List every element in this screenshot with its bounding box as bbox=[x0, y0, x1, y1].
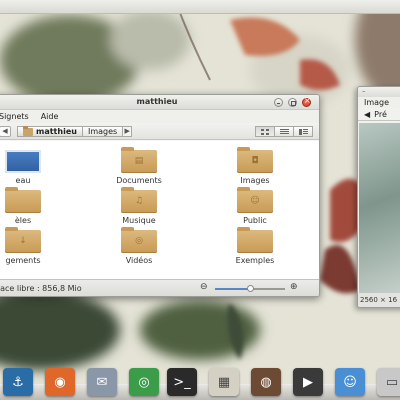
file-item-templates[interactable]: èles bbox=[0, 187, 81, 227]
image-preview bbox=[359, 123, 400, 293]
previous-button-label[interactable]: Pré bbox=[374, 108, 387, 120]
breadcrumb-home-label: matthieu bbox=[36, 127, 77, 136]
menu-signets[interactable]: Signets bbox=[0, 112, 29, 121]
top-panel bbox=[0, 0, 400, 14]
speaker-icon[interactable]: ◍ bbox=[251, 368, 281, 396]
public-folder-icon: ☺ bbox=[237, 187, 273, 213]
videos-folder-icon: ◎ bbox=[121, 227, 157, 253]
file-label: Exemples bbox=[235, 256, 275, 265]
file-label: Documents bbox=[116, 176, 162, 185]
menu-bar: Signets Aide bbox=[0, 110, 319, 123]
video-player-icon[interactable]: ▶ bbox=[293, 368, 323, 396]
zoom-in-icon[interactable]: ⊕ bbox=[290, 282, 298, 292]
dock: ⚓ ◉ ✉ ◎ >_ ▦ ◍ ▶ ☺ ▭ bbox=[0, 362, 400, 400]
zoom-slider-fill bbox=[215, 288, 250, 290]
breadcrumb-images[interactable]: Images bbox=[81, 126, 124, 137]
grid-icon bbox=[261, 128, 269, 135]
file-item-documents[interactable]: ▤ Documents bbox=[81, 147, 197, 187]
breadcrumb-images-label: Images bbox=[87, 127, 118, 136]
breadcrumb-home[interactable]: matthieu bbox=[17, 125, 83, 137]
firefox-icon[interactable]: ◉ bbox=[45, 368, 75, 396]
home-folder-icon bbox=[23, 125, 33, 136]
desktop-folder-icon bbox=[5, 150, 41, 173]
image-viewer-toolbar: ◀ Pré bbox=[358, 108, 400, 121]
chrome-icon[interactable]: ◎ bbox=[129, 368, 159, 396]
compact-view-button[interactable] bbox=[293, 126, 313, 137]
downloads-folder-icon: ↓ bbox=[5, 227, 41, 253]
view-mode-switcher bbox=[255, 126, 313, 137]
examples-folder-icon bbox=[237, 227, 273, 253]
image-viewer-titlebar[interactable]: – bbox=[358, 87, 400, 97]
file-label: eau bbox=[15, 176, 31, 185]
menu-aide[interactable]: Aide bbox=[41, 112, 59, 121]
calculator-icon[interactable]: ▦ bbox=[209, 368, 239, 396]
image-viewer-window: – Image ◀ Pré 2560 × 16 bbox=[357, 86, 400, 308]
back-button[interactable]: ◀ bbox=[0, 126, 11, 137]
list-view-button[interactable] bbox=[274, 126, 294, 137]
file-label: gements bbox=[5, 256, 41, 265]
minimize-button[interactable] bbox=[274, 98, 283, 107]
maximize-button[interactable] bbox=[288, 98, 297, 107]
columns-icon bbox=[298, 128, 308, 135]
documents-folder-icon: ▤ bbox=[121, 147, 157, 173]
location-toolbar: ◀ matthieu Images ▶ bbox=[0, 123, 319, 140]
file-item-desktop[interactable]: eau bbox=[0, 147, 81, 187]
file-manager-window: matthieu Signets Aide ◀ matthieu Images … bbox=[0, 94, 320, 297]
status-bar: pace libre : 856,8 Mio ⊖ ⊕ bbox=[0, 279, 319, 296]
breadcrumb: matthieu Images ▶ bbox=[17, 125, 133, 137]
drive-icon[interactable]: ▭ bbox=[377, 368, 400, 396]
file-label: Images bbox=[240, 176, 270, 185]
zoom-slider-handle[interactable] bbox=[247, 285, 254, 292]
image-viewer-menu-image[interactable]: Image bbox=[358, 97, 400, 108]
anchor-app-icon[interactable]: ⚓ bbox=[3, 368, 33, 396]
breadcrumb-forward-button[interactable]: ▶ bbox=[122, 126, 133, 137]
file-label: Musique bbox=[122, 216, 156, 225]
music-folder-icon: ♫ bbox=[121, 187, 157, 213]
free-space-label: pace libre : 856,8 Mio bbox=[0, 284, 82, 293]
pictures-folder-icon: ◘ bbox=[237, 147, 273, 173]
file-label: èles bbox=[14, 216, 32, 225]
zoom-out-icon[interactable]: ⊖ bbox=[200, 282, 208, 292]
chat-icon[interactable]: ☺ bbox=[335, 368, 365, 396]
file-item-public[interactable]: ☺ Public bbox=[197, 187, 313, 227]
zoom-slider[interactable] bbox=[215, 285, 285, 292]
terminal-icon[interactable]: >_ bbox=[167, 368, 197, 396]
previous-arrow-icon[interactable]: ◀ bbox=[364, 108, 370, 120]
image-dimensions-label: 2560 × 16 bbox=[358, 293, 400, 307]
file-item-videos[interactable]: ◎ Vidéos bbox=[81, 227, 197, 267]
file-item-examples[interactable]: Exemples bbox=[197, 227, 313, 267]
templates-folder-icon bbox=[5, 187, 41, 213]
mail-icon[interactable]: ✉ bbox=[87, 368, 117, 396]
window-controls bbox=[274, 96, 311, 107]
file-item-images[interactable]: ◘ Images bbox=[197, 147, 313, 187]
file-grid: eau ▤ Documents ◘ Images èles ♫ Musique … bbox=[0, 147, 315, 267]
file-item-downloads[interactable]: ↓ gements bbox=[0, 227, 81, 267]
list-icon bbox=[279, 128, 289, 135]
file-manager-titlebar[interactable]: matthieu bbox=[0, 95, 319, 110]
window-title: matthieu bbox=[136, 97, 178, 106]
icon-view-button[interactable] bbox=[255, 126, 275, 137]
close-button[interactable] bbox=[302, 96, 311, 107]
file-label: Vidéos bbox=[125, 256, 153, 265]
file-view: eau ▤ Documents ◘ Images èles ♫ Musique … bbox=[0, 141, 319, 279]
file-label: Public bbox=[243, 216, 267, 225]
file-item-music[interactable]: ♫ Musique bbox=[81, 187, 197, 227]
